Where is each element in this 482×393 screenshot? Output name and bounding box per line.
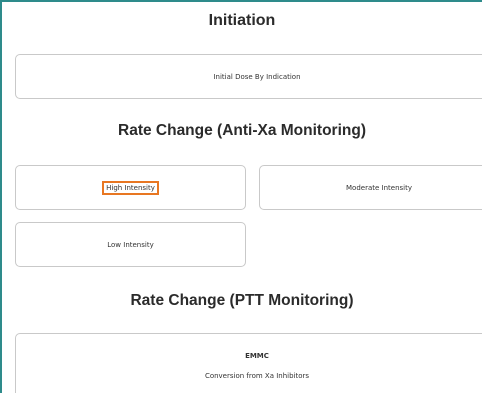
- emmc-subtitle: Conversion from Xa Inhibitors: [204, 372, 310, 380]
- app-frame: Initiation Initial Dose By Indication Ra…: [0, 0, 482, 393]
- anti-xa-heading: Rate Change (Anti-Xa Monitoring): [118, 122, 366, 139]
- initiation-heading: Initiation: [208, 12, 276, 29]
- initial-dose-button[interactable]: Initial Dose By Indication: [15, 54, 482, 99]
- low-intensity-button[interactable]: Low Intensity: [15, 222, 246, 267]
- moderate-intensity-button[interactable]: Moderate Intensity: [259, 165, 482, 210]
- moderate-intensity-label: Moderate Intensity: [346, 183, 412, 192]
- initial-dose-label: Initial Dose By Indication: [213, 72, 301, 81]
- emmc-title: EMMC: [245, 352, 269, 360]
- emmc-button[interactable]: EMMC Conversion from Xa Inhibitors: [15, 333, 482, 393]
- high-intensity-button[interactable]: High Intensity: [15, 165, 246, 210]
- high-intensity-label: High Intensity: [102, 180, 159, 195]
- low-intensity-label: Low Intensity: [107, 240, 154, 249]
- ptt-heading: Rate Change (PTT Monitoring): [130, 292, 354, 309]
